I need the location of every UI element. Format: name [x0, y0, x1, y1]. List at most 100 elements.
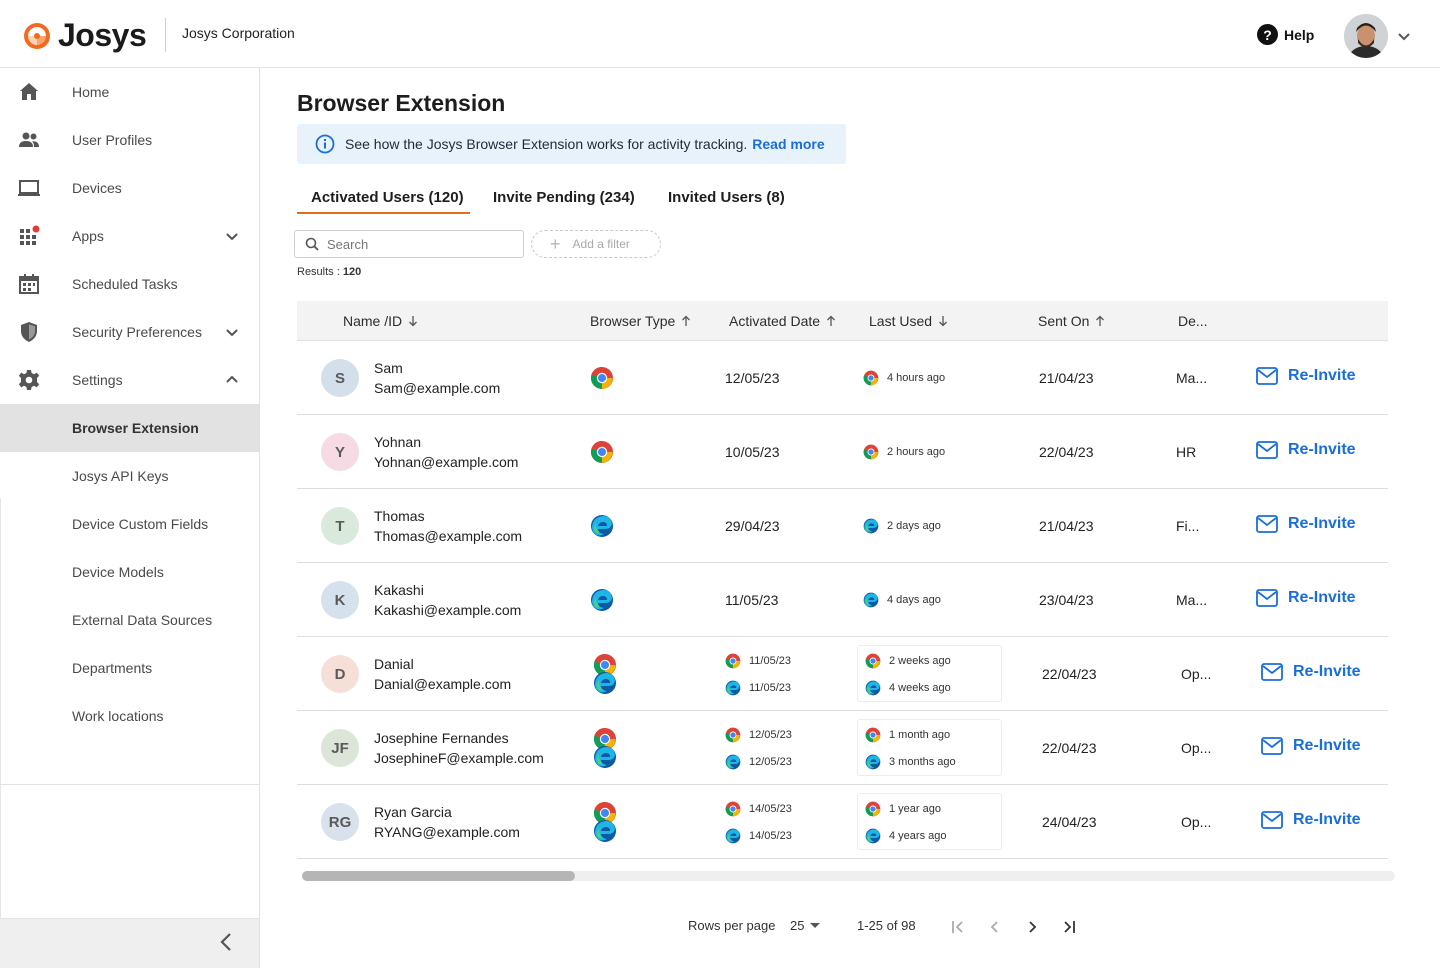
chrome-icon [590, 440, 614, 464]
user-avatar[interactable] [1344, 14, 1388, 58]
collapse-sidebar-icon[interactable] [216, 931, 236, 953]
sidebar-item-label: Device Custom Fields [72, 516, 209, 532]
sort-up-icon [827, 315, 836, 326]
re-invite-label: Re-Invite [1288, 589, 1356, 606]
sent-on-date: 22/04/23 [1042, 666, 1097, 682]
last-used-entry: 2 hours ago [863, 444, 945, 460]
department: HR [1176, 444, 1197, 460]
re-invite-button[interactable]: Re-Invite [1256, 515, 1356, 533]
last-used-entry: 2 days ago [863, 518, 941, 534]
re-invite-label: Re-Invite [1288, 441, 1356, 458]
edge-icon [593, 819, 617, 843]
sidebar-item-settings[interactable]: Settings [0, 356, 259, 404]
edge-icon [590, 588, 614, 612]
sent-on-date: 22/04/23 [1039, 444, 1094, 460]
read-more-link[interactable]: Read more [752, 136, 824, 152]
activated-date: 14/05/23 [749, 830, 792, 842]
column-header-last-used[interactable]: Last Used [869, 301, 948, 341]
last-used-entry: 4 days ago [863, 592, 941, 608]
last-used-entry: 4 hours ago [863, 370, 945, 386]
horizontal-scrollbar[interactable] [302, 871, 1395, 881]
sidebar-item-josys-api-keys[interactable]: Josys API Keys [0, 452, 259, 500]
sidebar-item-label: Security Preferences [72, 324, 202, 340]
re-invite-button[interactable]: Re-Invite [1256, 441, 1356, 459]
scrollbar-thumb[interactable] [302, 871, 575, 881]
gear-icon [18, 370, 40, 390]
activated-date: 29/04/23 [725, 518, 780, 534]
table-row[interactable]: Y Yohnan Yohnan@example.com 10/05/23 2 hou… [297, 415, 1388, 489]
sidebar-item-work-locations[interactable]: Work locations [0, 692, 259, 740]
sidebar-item-device-models[interactable]: Device Models [0, 548, 259, 596]
sidebar: Home User Profiles Devices Apps Schedule… [0, 68, 260, 968]
activated-entry: 14/05/23 [725, 801, 792, 817]
results-value: 120 [342, 266, 362, 278]
chevron-down-icon[interactable] [1396, 28, 1412, 44]
last-used-entry: 2 weeks ago [865, 653, 951, 669]
sidebar-item-user-profiles[interactable]: User Profiles [0, 116, 259, 164]
top-bar: Josys Josys Corporation ? Help [0, 0, 1440, 68]
tab-activated-users[interactable]: Activated Users (120) [297, 182, 470, 214]
table-row[interactable]: S Sam Sam@example.com 12/05/23 4 hours ago… [297, 341, 1388, 415]
tab-invited-users[interactable]: Invited Users (8) [668, 182, 785, 214]
sidebar-item-external-data-sources[interactable]: External Data Sources [0, 596, 259, 644]
first-page-button[interactable] [947, 916, 969, 938]
sidebar-item-label: Departments [72, 660, 153, 676]
chrome-icon [865, 727, 881, 743]
department: Ma... [1176, 592, 1208, 608]
apps-grid-icon [20, 225, 40, 245]
edge-icon [865, 680, 881, 696]
table-row[interactable]: K Kakashi Kakashi@example.com 11/05/23 4 d… [297, 563, 1388, 637]
activated-entry: 11/05/23 [725, 680, 791, 696]
search-box [294, 230, 524, 258]
sidebar-item-home[interactable]: Home [0, 68, 259, 116]
search-input[interactable] [327, 236, 507, 252]
column-header-sent-on[interactable]: Sent On [1038, 301, 1105, 341]
sidebar-item-scheduled-tasks[interactable]: Scheduled Tasks [0, 260, 259, 308]
last-page-button[interactable] [1058, 916, 1080, 938]
sort-up-icon [682, 315, 691, 326]
sidebar-item-security-preferences[interactable]: Security Preferences [0, 308, 259, 356]
re-invite-label: Re-Invite [1293, 663, 1361, 680]
sidebar-item-browser-extension[interactable]: Browser Extension [0, 404, 259, 452]
search-icon [305, 237, 319, 251]
activated-date: 14/05/23 [749, 803, 792, 815]
josys-logo[interactable]: Josys [22, 17, 147, 54]
column-header-browser-type[interactable]: Browser Type [590, 301, 691, 341]
user-name: Sam [374, 360, 403, 376]
re-invite-button[interactable]: Re-Invite [1261, 811, 1361, 829]
table-row[interactable]: RG Ryan Garcia RYANG@example.com 14/05/23 … [297, 785, 1388, 859]
help-button[interactable]: ? Help [1257, 24, 1314, 45]
column-label: Last Used [869, 313, 933, 329]
department: Op... [1181, 666, 1212, 682]
re-invite-label: Re-Invite [1288, 515, 1356, 532]
sidebar-item-device-custom-fields[interactable]: Device Custom Fields [0, 500, 259, 548]
rows-per-page-select[interactable]: 25 [790, 918, 821, 933]
table-row[interactable]: D Danial Danial@example.com 11/05/23 11/05… [297, 637, 1388, 711]
re-invite-label: Re-Invite [1288, 367, 1356, 384]
re-invite-button[interactable]: Re-Invite [1256, 367, 1356, 385]
edge-icon [865, 828, 881, 844]
re-invite-button[interactable]: Re-Invite [1261, 737, 1361, 755]
previous-page-button[interactable] [984, 916, 1006, 938]
department: Ma... [1176, 370, 1208, 386]
column-header-department[interactable]: De... [1178, 301, 1208, 341]
activated-date: 12/05/23 [725, 370, 780, 386]
sidebar-item-departments[interactable]: Departments [0, 644, 259, 692]
activated-entry: 11/05/23 [725, 653, 791, 669]
re-invite-button[interactable]: Re-Invite [1256, 589, 1356, 607]
next-page-button[interactable] [1021, 916, 1043, 938]
sidebar-item-label: External Data Sources [72, 612, 213, 628]
table-row[interactable]: JF Josephine Fernandes JosephineF@example.… [297, 711, 1388, 785]
sidebar-item-apps[interactable]: Apps [0, 212, 259, 260]
column-label: Activated Date [729, 313, 821, 329]
table-row[interactable]: T Thomas Thomas@example.com 29/04/23 2 day… [297, 489, 1388, 563]
tab-invite-pending[interactable]: Invite Pending (234) [493, 182, 635, 214]
info-text: See how the Josys Browser Extension work… [345, 136, 748, 152]
sidebar-item-devices[interactable]: Devices [0, 164, 259, 212]
organization-name: Josys Corporation [182, 25, 295, 41]
column-header-name[interactable]: Name /ID [343, 301, 418, 341]
re-invite-button[interactable]: Re-Invite [1261, 663, 1361, 681]
add-filter-button[interactable]: + Add a filter [531, 230, 661, 258]
column-header-activated-date[interactable]: Activated Date [729, 301, 836, 341]
user-email: Kakashi@example.com [374, 602, 522, 618]
